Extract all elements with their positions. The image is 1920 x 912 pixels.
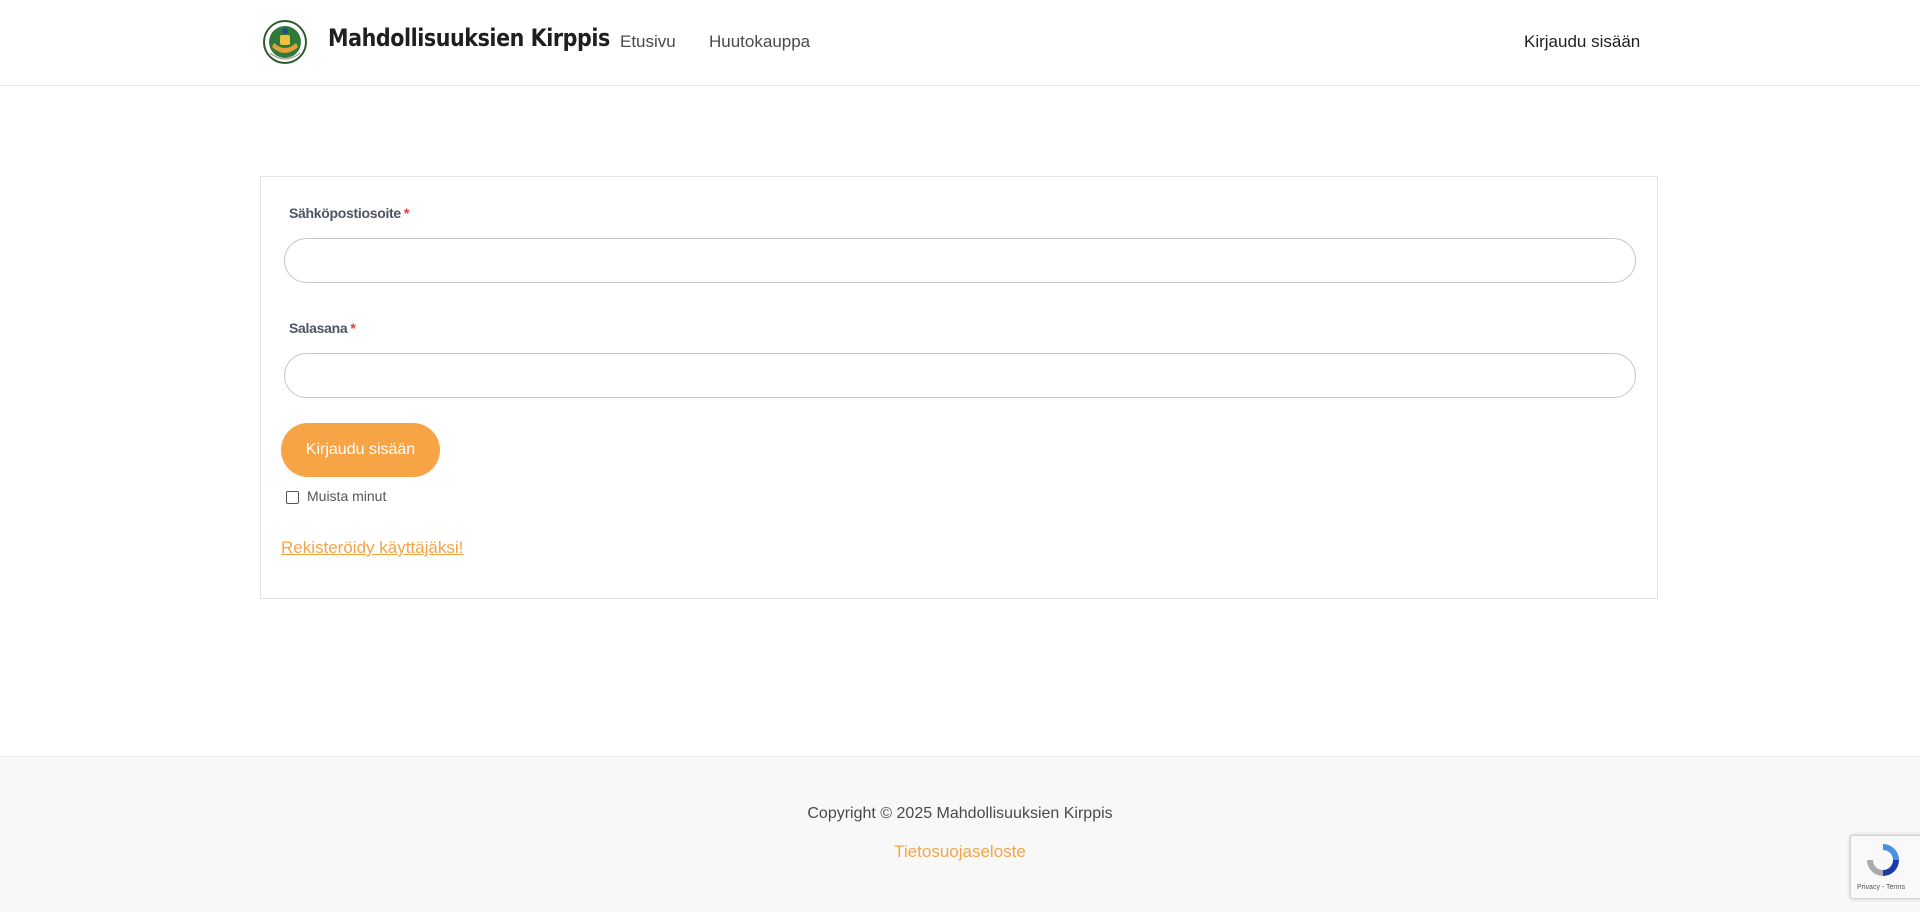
password-label-text: Salasana bbox=[289, 320, 348, 336]
recaptcha-badge[interactable]: Privacy - Terms bbox=[1850, 835, 1920, 899]
email-field[interactable] bbox=[284, 238, 1636, 283]
register-link[interactable]: Rekisteröidy käyttäjäksi! bbox=[281, 538, 463, 558]
privacy-policy-link-text[interactable]: Tietosuojaseloste bbox=[894, 842, 1026, 861]
privacy-policy-link: Tietosuojaseloste bbox=[0, 842, 1920, 862]
email-label-text: Sähköpostiosoite bbox=[289, 205, 401, 221]
password-label: Salasana * bbox=[289, 320, 356, 336]
nav-item-etusivu[interactable]: Etusivu bbox=[620, 32, 676, 52]
required-mark: * bbox=[403, 205, 410, 221]
remember-me-checkbox[interactable] bbox=[286, 491, 299, 504]
site-footer bbox=[0, 756, 1920, 912]
email-label: Sähköpostiosoite * bbox=[289, 205, 409, 221]
password-field[interactable] bbox=[284, 353, 1636, 398]
recaptcha-privacy-terms[interactable]: Privacy - Terms bbox=[1857, 884, 1905, 891]
header-login-link[interactable]: Kirjaudu sisään bbox=[1524, 32, 1640, 52]
nav-item-huutokauppa[interactable]: Huutokauppa bbox=[709, 32, 810, 52]
login-submit-button[interactable]: Kirjaudu sisään bbox=[281, 423, 440, 477]
copyright-text: Copyright © 2025 Mahdollisuuksien Kirppi… bbox=[807, 805, 1113, 822]
site-header: Mahdollisuuksien Kirppis Etusivu Huutoka… bbox=[0, 0, 1920, 86]
site-title[interactable]: Mahdollisuuksien Kirppis bbox=[328, 24, 610, 52]
remember-me-label[interactable]: Muista minut bbox=[307, 488, 386, 504]
required-mark: * bbox=[350, 320, 356, 336]
site-logo[interactable] bbox=[262, 17, 308, 67]
recaptcha-icon bbox=[1867, 844, 1899, 876]
